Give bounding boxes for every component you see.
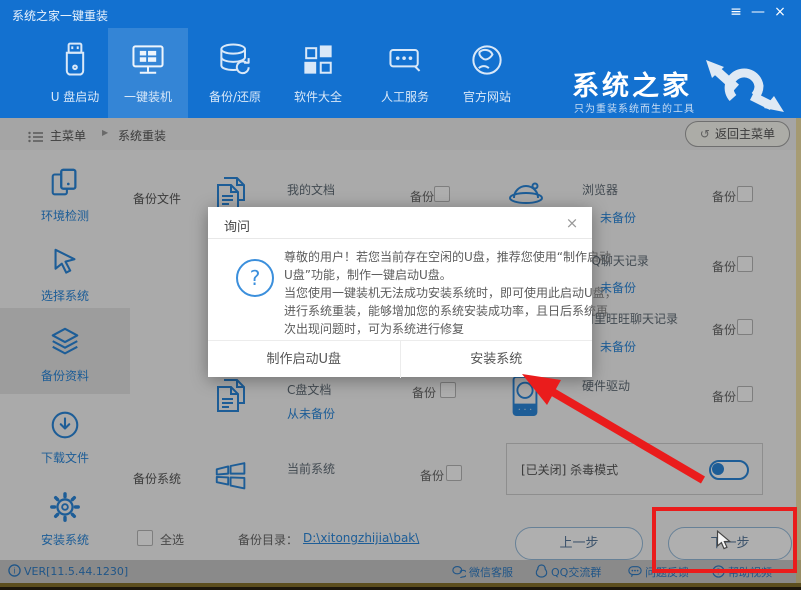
nav-label: 备份/还原 [208, 90, 262, 104]
dialog-message: 尊敬的用户！若您当前存在空闲的U盘，推荐您使用“制作启动 U盘”功能，制作一键启… [284, 248, 617, 338]
logo-tagline: 只为重装系统而生的工具 [574, 104, 695, 115]
swoosh-arrow-icon [700, 58, 792, 118]
mouse-cursor-icon [716, 530, 732, 550]
app-window: 系统之家一键重装 ≡ — × U 盘启动 一键装机 备份/还原 软件大全 人工服务 … [0, 0, 801, 590]
database-restore-icon [215, 43, 255, 84]
app-body: 主菜单 ▶ 系统重装 ↺ 返回主菜单 环境检测 选择系统 备份资料 下载文件 安… [0, 118, 801, 583]
dialog-message-line: 尊敬的用户！若您当前存在空闲的U盘，推荐您使用“制作启动 [284, 250, 612, 264]
nav-label: 官方网站 [462, 90, 511, 104]
nav-item-software[interactable]: 软件大全 [278, 28, 358, 118]
dialog-message-line: 进行系统重装，能够增加您的系统安装成功率，且日后系统再 [284, 304, 609, 318]
nav-item-backup-restore[interactable]: 备份/还原 [195, 28, 275, 118]
install-system-button[interactable]: 安装系统 [401, 341, 593, 378]
make-boot-usb-button[interactable]: 制作启动U盘 [208, 341, 401, 378]
question-dialog: 询问 × ? 尊敬的用户！若您当前存在空闲的U盘，推荐您使用“制作启动 U盘”功… [208, 207, 617, 378]
nav-item-support[interactable]: 人工服务 [365, 28, 445, 118]
titlebar: 系统之家一键重装 ≡ — × [0, 0, 801, 28]
monitor-icon [128, 45, 168, 84]
nav-label: 软件大全 [293, 90, 342, 104]
dialog-message-line: U盘”功能，制作一键启动U盘。 [284, 268, 452, 282]
nav-item-website[interactable]: 官方网站 [447, 28, 527, 118]
dialog-message-line: 次出现问题时，可为系统进行修复 [284, 322, 465, 336]
menu-icon[interactable]: ≡ [725, 4, 747, 20]
nav-label: U 盘启动 [50, 90, 100, 104]
dialog-close-icon[interactable]: × [564, 214, 580, 232]
nav-item-usb-boot[interactable]: U 盘启动 [35, 28, 115, 118]
dialog-title: 询问 [224, 220, 251, 235]
globe-icon [467, 45, 507, 84]
minimize-icon[interactable]: — [747, 4, 769, 20]
dialog-separator [208, 238, 592, 239]
usb-icon [55, 42, 95, 84]
nav-item-one-key-install[interactable]: 一键装机 [108, 28, 188, 118]
main-nav: U 盘启动 一键装机 备份/还原 软件大全 人工服务 官方网站 系统之家 只为重… [0, 28, 801, 118]
window-title: 系统之家一键重装 [12, 9, 109, 23]
close-icon[interactable]: × [769, 4, 791, 20]
nav-label: 一键装机 [123, 90, 172, 104]
logo-title: 系统之家 [572, 71, 692, 102]
support-chat-icon [385, 49, 425, 84]
dialog-message-line: 当您使用一键装机无法成功安装系统时，即可使用此启动U盘， [284, 286, 617, 300]
dialog-buttons: 制作启动U盘 安装系统 [208, 340, 592, 378]
question-mark-icon: ? [236, 259, 274, 297]
nav-label: 人工服务 [380, 90, 429, 104]
apps-icon [298, 45, 338, 84]
